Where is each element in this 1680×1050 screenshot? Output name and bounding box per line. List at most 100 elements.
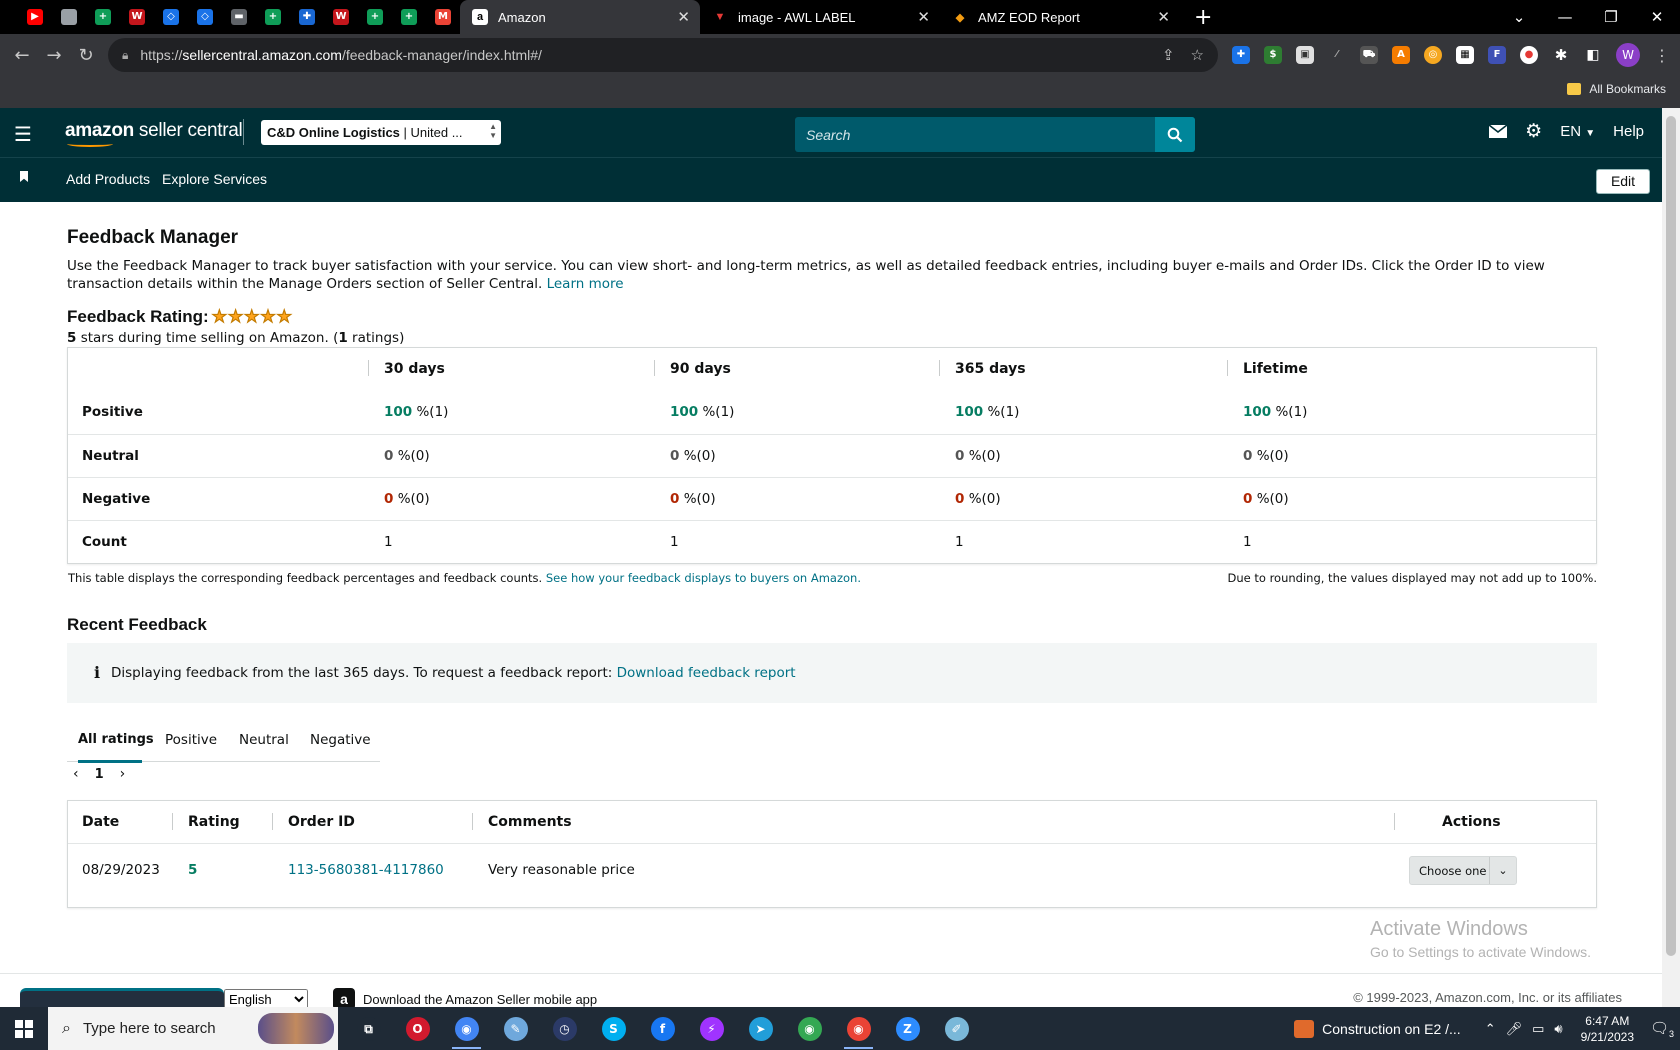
new-tab-icon[interactable]: + [1194,5,1212,30]
download-feedback-report-link[interactable]: Download feedback report [617,665,796,681]
nav-add-products[interactable]: Add Products [66,171,150,187]
tab-amz-eod-report[interactable]: ◆ AMZ EOD Report ✕ [940,0,1180,34]
news-widget[interactable]: Construction on E2 /... [1294,1019,1461,1038]
tab-search-icon[interactable]: ⌄ [1496,8,1542,26]
edit-button[interactable]: Edit [1596,169,1650,194]
activate-windows-watermark: Activate Windows Go to Settings to activ… [1370,918,1591,960]
extension-icon[interactable]: ✚ [1232,46,1250,64]
qr-icon[interactable]: ▦ [1456,46,1474,64]
close-tab-icon[interactable]: ✕ [1157,8,1170,26]
url-text[interactable]: https://sellercentral.amazon.com/feedbac… [140,47,542,63]
clock[interactable]: 6:47 AM 9/21/2023 [1581,1013,1634,1045]
extension-icon[interactable]: ⁄ [1328,46,1346,64]
action-dropdown[interactable]: Choose one ⌄ [1409,856,1517,885]
chevron-down-icon: ⌄ [1489,857,1516,884]
windows-start-icon[interactable] [0,1007,48,1050]
taskbar-app[interactable]: ✎ [491,1007,540,1050]
scrollbar-thumb[interactable] [1666,116,1676,956]
settings-gear-icon[interactable]: ⚙ [1525,122,1542,141]
extension-icon[interactable]: ▣ [1296,46,1314,64]
page-number[interactable]: 1 [95,767,104,782]
taskbar-app[interactable]: ➤ [736,1007,785,1050]
taskbar-app[interactable]: Z [883,1007,932,1050]
search-input[interactable] [795,117,1155,152]
share-icon[interactable]: ⇪ [1162,46,1175,64]
tab-positive[interactable]: Positive [165,732,217,748]
account-switcher[interactable]: C&D Online Logistics | United ... ▲ ▼ [261,120,501,145]
learn-more-link[interactable]: Learn more [547,276,624,292]
reload-icon[interactable]: ↻ [70,45,102,66]
back-icon[interactable]: ← [6,45,38,66]
forward-icon[interactable]: → [38,45,70,66]
chevron-right-icon[interactable]: › [120,766,126,782]
pinned-tab[interactable]: + [392,0,426,34]
tab-all-ratings[interactable]: All ratings [78,732,154,747]
pinned-tab[interactable]: + [358,0,392,34]
extension-icon[interactable]: F [1488,46,1506,64]
taskbar-app[interactable]: ◉ [442,1007,491,1050]
taskbar-search[interactable]: ⌕ Type here to search [48,1007,338,1050]
tab-negative[interactable]: Negative [310,732,371,748]
pinned-tab[interactable] [52,0,86,34]
close-window-icon[interactable]: ✕ [1634,8,1680,26]
order-id-link[interactable]: 113-5680381-4117860 [288,862,444,878]
bookmark-icon[interactable] [20,171,28,182]
taskbar-app[interactable]: ◉ [834,1007,883,1050]
taskbar-app[interactable]: O [393,1007,442,1050]
hamburger-menu-icon[interactable]: ☰ [14,122,32,146]
taskbar-app[interactable]: ✐ [932,1007,981,1050]
mail-icon[interactable] [1488,124,1508,138]
all-bookmarks[interactable]: All Bookmarks [1567,82,1666,96]
side-panel-icon[interactable]: ◧ [1584,46,1602,64]
feedback-tab[interactable] [20,988,224,1008]
tab-amazon[interactable]: a Amazon ✕ [460,0,700,34]
pinned-tab[interactable]: M [426,0,460,34]
tab-awl-label[interactable]: ▼ image - AWL LABEL ✕ [700,0,940,34]
minimize-icon[interactable]: — [1542,8,1588,26]
nav-explore-services[interactable]: Explore Services [162,171,267,187]
seller-central-logo[interactable]: amazon seller central [65,120,243,147]
bookmark-star-icon[interactable]: ☆ [1191,46,1204,64]
taskbar-app[interactable]: ⧉ [344,1007,393,1050]
restore-icon[interactable]: ❐ [1588,8,1634,26]
notifications-icon[interactable]: 🗨︎3 [1650,1019,1680,1039]
close-tab-icon[interactable]: ✕ [677,8,690,26]
pinned-tab[interactable]: ◇ [188,0,222,34]
profile-avatar[interactable]: W [1616,43,1640,67]
extension-icon[interactable]: A [1392,46,1410,64]
pinned-tab[interactable]: ▬ [222,0,256,34]
extension-icon[interactable]: ◎ [1424,46,1442,64]
column-header: 90 days [670,361,731,377]
taskbar-app[interactable]: ⚡ [687,1007,736,1050]
omnibox[interactable]: 🔒︎ https://sellercentral.amazon.com/feed… [108,38,1218,72]
taskbar-app[interactable]: ◷ [540,1007,589,1050]
menu-kebab-icon[interactable]: ⋮ [1654,46,1670,65]
pinned-tab[interactable]: W [120,0,154,34]
search-button[interactable] [1155,117,1195,152]
pinned-tab[interactable]: W [324,0,358,34]
extensions-puzzle-icon[interactable]: ✱ [1552,46,1570,64]
taskbar-app[interactable]: ◉ [785,1007,834,1050]
extension-icon[interactable]: $ [1264,46,1282,64]
pinned-tab[interactable]: + [86,0,120,34]
help-link[interactable]: Help [1613,123,1644,140]
page-scrollbar[interactable] [1662,108,1680,1007]
tab-neutral[interactable]: Neutral [239,732,289,748]
volume-icon[interactable]: 🔊︎ [1554,1021,1562,1037]
column-header: 365 days [955,361,1026,377]
taskbar-app[interactable]: S [589,1007,638,1050]
network-icon[interactable]: ▭ [1532,1021,1544,1037]
pinned-tab[interactable]: ▶ [18,0,52,34]
chevron-up-icon[interactable]: ⌃ [1485,1021,1496,1037]
extension-icon[interactable]: ⛟ [1360,46,1378,64]
pinned-tab[interactable]: ◇ [154,0,188,34]
extension-icon[interactable]: ● [1520,46,1538,64]
pinned-tab[interactable]: + [256,0,290,34]
close-tab-icon[interactable]: ✕ [917,8,930,26]
language-selector[interactable]: EN ▼ [1560,123,1595,140]
feedback-display-link[interactable]: See how your feedback displays to buyers… [546,571,861,585]
pinned-tab[interactable]: ✚ [290,0,324,34]
chevron-left-icon[interactable]: ‹ [73,766,79,782]
taskbar-app[interactable]: f [638,1007,687,1050]
microphone-icon[interactable]: 🎤︎ [1506,1021,1523,1037]
